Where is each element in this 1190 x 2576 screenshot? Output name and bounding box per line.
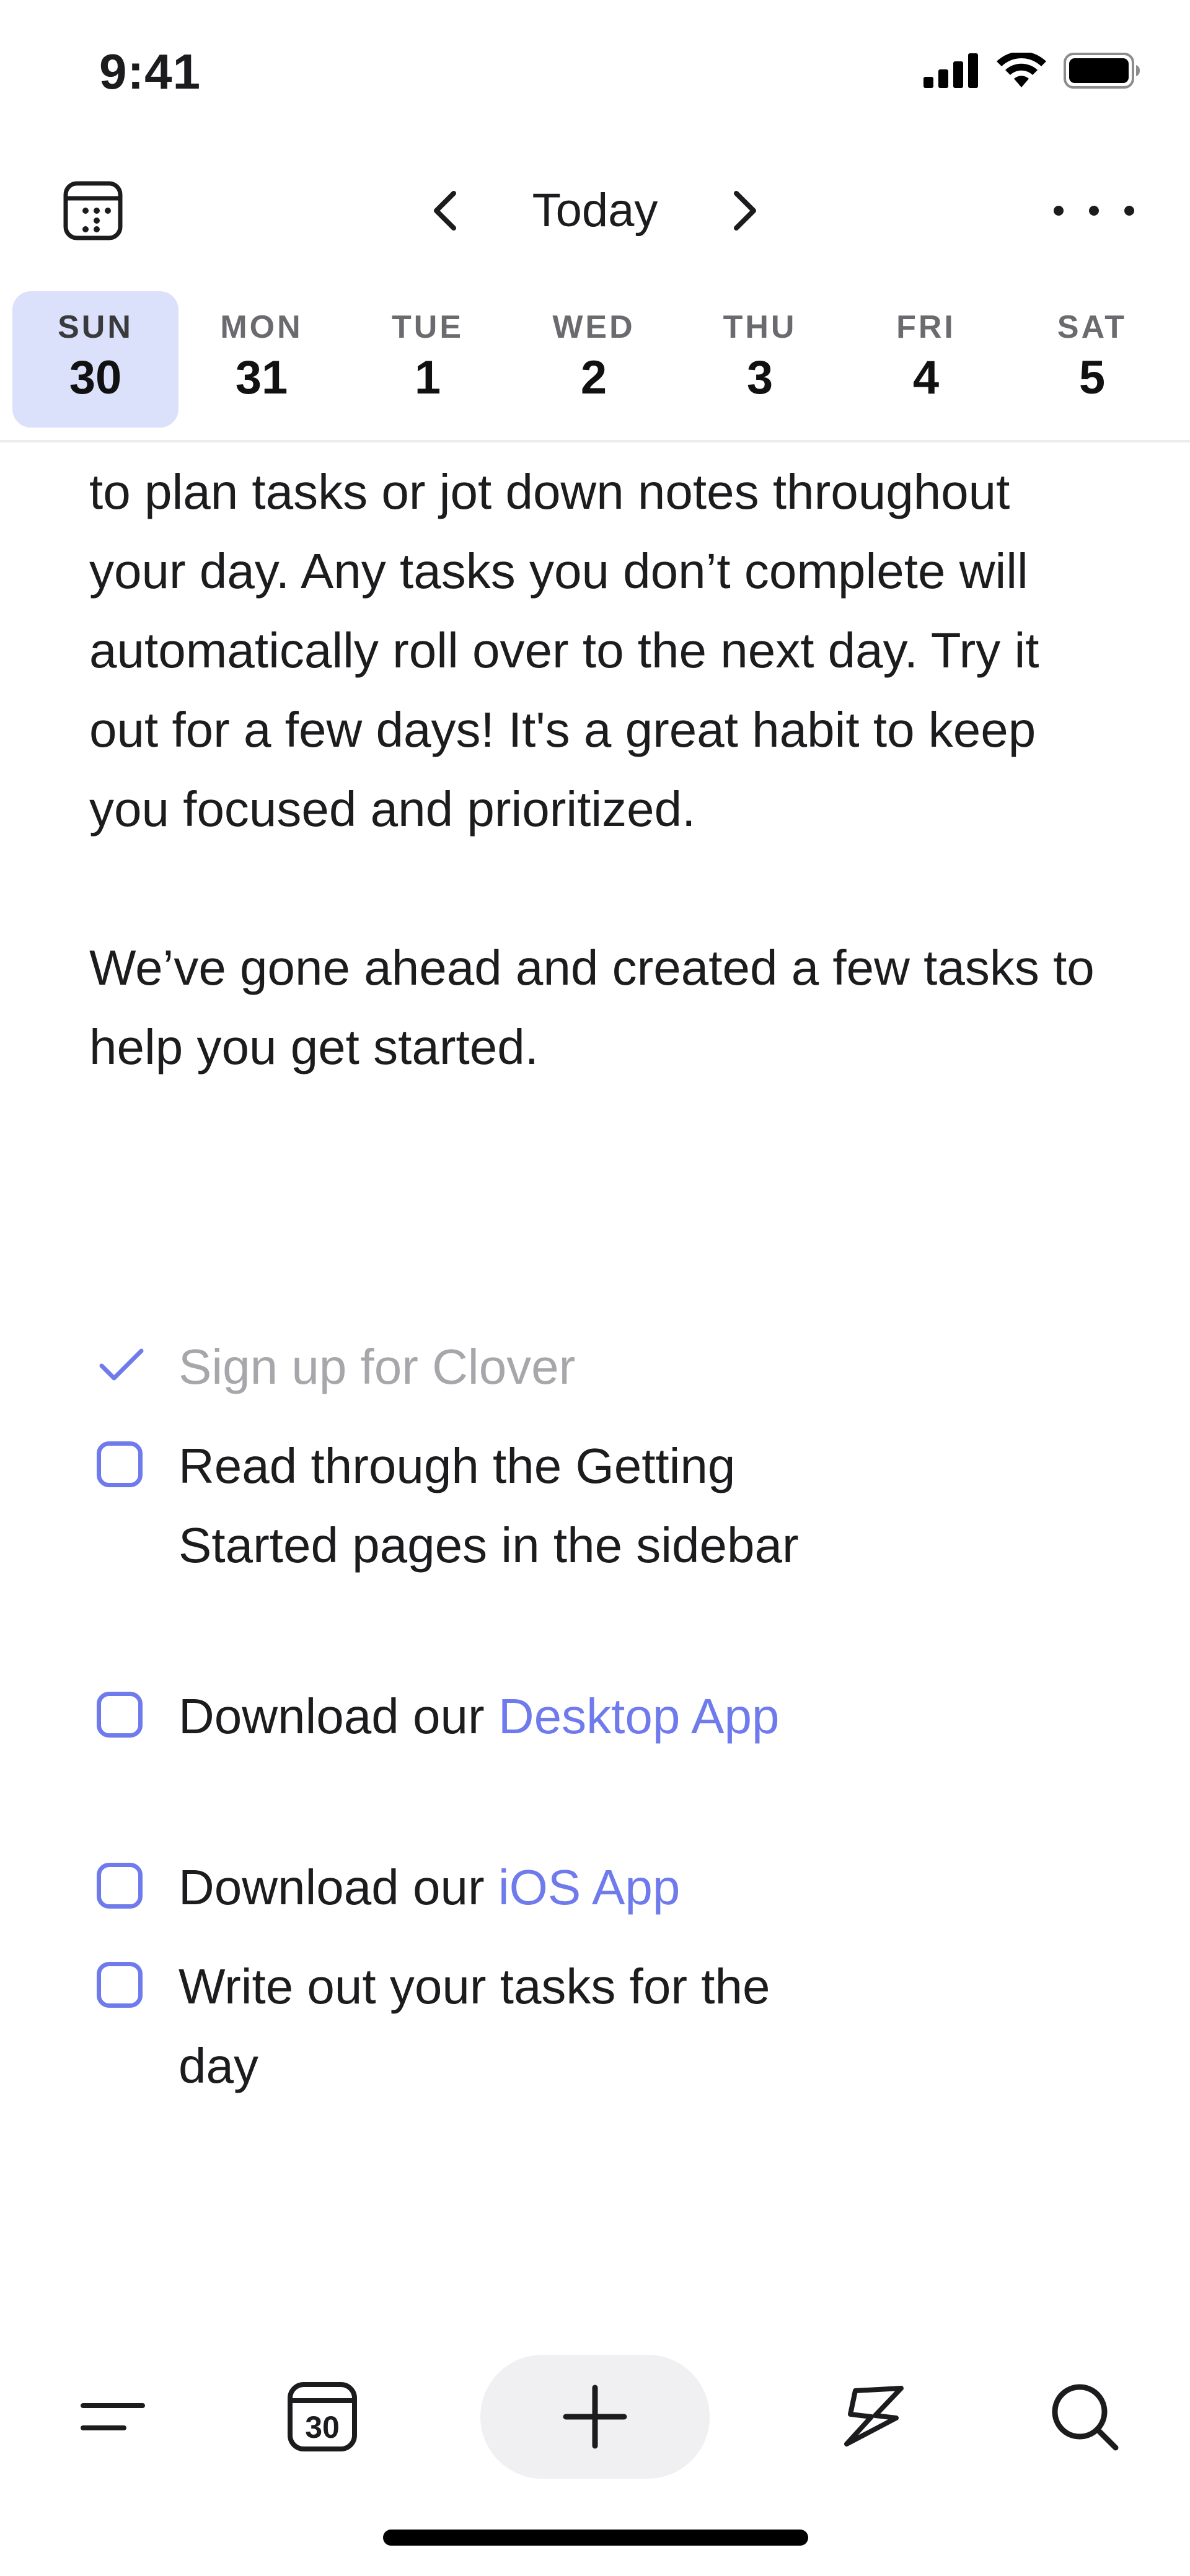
task-text: Write out your tasks for the day [178, 1959, 770, 2093]
task-text: Sign up for Clover [178, 1339, 576, 1394]
task-checkbox[interactable] [97, 1863, 143, 1909]
task-text: Download our Desktop App [178, 1677, 860, 1756]
nav-title: Today [532, 184, 658, 237]
day-sat[interactable]: SAT 5 [1009, 291, 1175, 428]
day-name: TUE [392, 309, 464, 345]
task-checkbox[interactable] [97, 1692, 143, 1738]
task-text-prefix: Download our [178, 1860, 498, 1915]
intro-paragraph: to plan tasks or jot down notes througho… [89, 464, 1039, 837]
divider [0, 440, 1190, 442]
day-number: 4 [912, 351, 940, 404]
more-icon[interactable] [1054, 186, 1134, 235]
calendar-icon [63, 181, 123, 240]
day-number: 31 [235, 351, 288, 404]
day-name: SUN [58, 309, 133, 345]
desktop-app-link[interactable]: Desktop App [498, 1689, 780, 1744]
quick-actions-button[interactable] [824, 2342, 923, 2491]
day-name: MON [220, 309, 303, 345]
day-fri[interactable]: FRI 4 [843, 291, 1009, 428]
signal-icon [923, 53, 978, 88]
calendar-tab-button[interactable]: 30 [273, 2342, 372, 2491]
task-checkbox[interactable] [97, 1962, 143, 2008]
helper-paragraph: We’ve gone ahead and created a few tasks… [89, 940, 1095, 1075]
battery-icon [1064, 53, 1140, 89]
menu-button[interactable] [62, 2342, 161, 2491]
day-number: 5 [1078, 351, 1106, 404]
calendar-date-number: 30 [305, 2410, 340, 2445]
search-icon [1052, 2384, 1119, 2451]
home-indicator [383, 2530, 808, 2546]
day-name: SAT [1057, 309, 1127, 345]
task-text: Read through the Getting Started pages i… [178, 1438, 799, 1573]
lightning-icon [844, 2386, 904, 2446]
add-task-button[interactable] [480, 2355, 710, 2479]
plus-icon [563, 2385, 627, 2449]
status-icons [923, 53, 1140, 89]
task-text-prefix: Download our [178, 1689, 498, 1744]
menu-icon [81, 2403, 145, 2430]
day-wed[interactable]: WED 2 [511, 291, 677, 428]
day-number: 30 [69, 351, 122, 404]
day-number: 2 [580, 351, 607, 404]
ios-app-link[interactable]: iOS App [498, 1860, 681, 1915]
wifi-icon [997, 53, 1046, 87]
checkmark-icon[interactable] [97, 1340, 146, 1389]
calendar-date-icon: 30 [288, 2382, 357, 2451]
note-body[interactable]: to plan tasks or jot down notes througho… [89, 452, 1118, 1087]
day-name: FRI [896, 309, 956, 345]
next-day-button[interactable] [719, 186, 769, 235]
search-button[interactable] [1035, 2342, 1134, 2491]
status-time: 9:41 [99, 44, 201, 99]
day-sun[interactable]: SUN 30 [12, 291, 178, 428]
week-strip: SUN 30 MON 31 TUE 1 WED 2 THU 3 FRI 4 SA… [12, 291, 1178, 428]
day-tue[interactable]: TUE 1 [345, 291, 511, 428]
bottom-tab-bar: 30 [0, 2342, 1190, 2491]
day-name: WED [552, 309, 635, 345]
chevron-left-icon [434, 191, 456, 231]
status-bar: 9:41 [0, 0, 1190, 143]
task-checkbox[interactable] [97, 1441, 143, 1487]
chevron-right-icon [734, 191, 756, 231]
day-number: 1 [414, 351, 441, 404]
nav-bar: Today [0, 161, 1190, 260]
task-text: Download our iOS App [178, 1848, 860, 1927]
day-number: 3 [746, 351, 774, 404]
day-thu[interactable]: THU 3 [677, 291, 843, 428]
day-mon[interactable]: MON 31 [178, 291, 345, 428]
calendar-picker-button[interactable] [62, 180, 124, 242]
previous-day-button[interactable] [421, 186, 471, 235]
day-name: THU [723, 309, 797, 345]
